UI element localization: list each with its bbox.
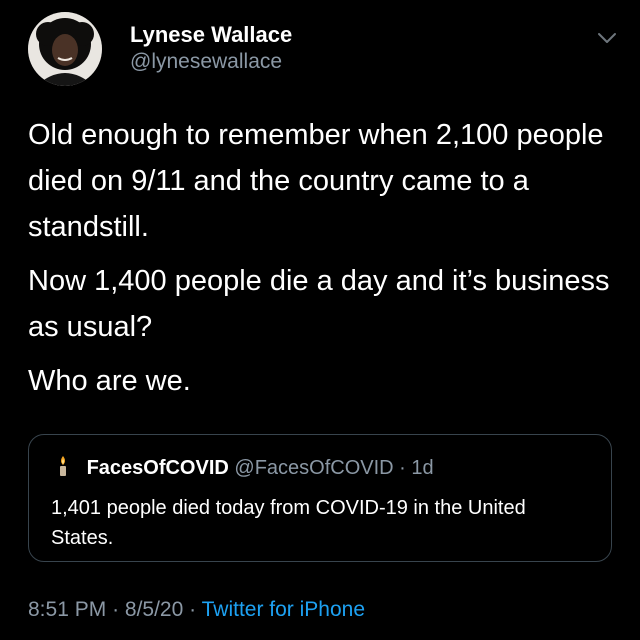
author-names: Lynese Wallace @lynesewallace <box>130 22 292 76</box>
quoted-display-name[interactable]: FacesOfCOVID <box>87 457 229 479</box>
quoted-tweet[interactable]: FacesOfCOVID @FacesOfCOVID · 1d 1,401 pe… <box>28 434 612 562</box>
tweet: Lynese Wallace @lynesewallace Old enough… <box>0 0 640 640</box>
tweet-time[interactable]: 8:51 PM <box>28 598 106 621</box>
footer-separator: · <box>112 598 120 621</box>
tweet-paragraph: Now 1,400 people die a day and it’s busi… <box>28 265 610 343</box>
tweet-date[interactable]: 8/5/20 <box>125 598 183 621</box>
author-handle[interactable]: @lynesewallace <box>130 48 292 76</box>
quoted-separator: · <box>399 457 406 479</box>
avatar[interactable] <box>28 12 102 86</box>
quoted-handle[interactable]: @FacesOfCOVID <box>234 457 393 479</box>
tweet-paragraph: Who are we. <box>28 365 191 397</box>
candle-icon <box>55 455 71 477</box>
quoted-timestamp[interactable]: 1d <box>411 457 433 479</box>
chevron-down-icon[interactable] <box>596 30 618 46</box>
tweet-text: Old enough to remember when 2,100 people… <box>28 112 618 412</box>
quoted-tweet-header: FacesOfCOVID @FacesOfCOVID · 1d <box>55 455 434 481</box>
author-display-name[interactable]: Lynese Wallace <box>130 22 292 48</box>
avatar-image <box>28 12 102 86</box>
tweet-header: Lynese Wallace @lynesewallace <box>24 10 624 90</box>
tweet-footer: 8:51 PM · 8/5/20 · Twitter for iPhone <box>28 596 365 624</box>
quoted-tweet-text: 1,401 people died today from COVID-19 in… <box>51 497 526 549</box>
footer-separator: · <box>189 598 197 621</box>
tweet-paragraph: Old enough to remember when 2,100 people… <box>28 119 604 243</box>
tweet-source-link[interactable]: Twitter for iPhone <box>202 598 365 621</box>
